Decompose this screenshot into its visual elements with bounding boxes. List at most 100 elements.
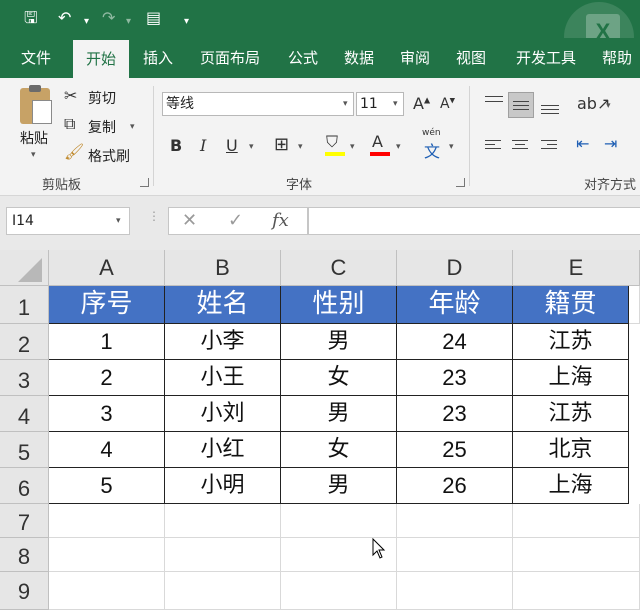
name-box-dropdown-icon[interactable]: ▾ (116, 216, 121, 226)
grow-font-icon[interactable]: A▲ (413, 94, 430, 113)
row-header-4[interactable]: 4 (0, 396, 49, 432)
empty-cell[interactable] (49, 504, 165, 538)
table-cell[interactable]: 上海 (513, 468, 629, 504)
decrease-indent-icon[interactable]: ⇤ (576, 134, 589, 153)
table-cell[interactable]: 女 (281, 360, 397, 396)
empty-cell[interactable] (281, 572, 397, 610)
table-cell[interactable]: 26 (397, 468, 513, 504)
table-header-cell[interactable]: 年龄 (397, 286, 513, 324)
empty-cell[interactable] (165, 538, 281, 572)
enter-icon[interactable]: ✓ (228, 210, 243, 231)
font-color-icon[interactable]: A (372, 132, 383, 151)
tab-home[interactable]: 开始 (73, 40, 129, 78)
copy-icon[interactable]: ⧉ (64, 114, 75, 134)
font-size-dropdown-icon[interactable]: ▾ (393, 99, 398, 109)
format-painter-icon[interactable]: 🖌 (64, 142, 84, 161)
paste-icon[interactable] (20, 85, 52, 124)
save-icon[interactable]: 🖫 (24, 8, 38, 28)
row-header-7[interactable]: 7 (0, 504, 49, 538)
column-header-a[interactable]: A (49, 250, 165, 286)
phonetic-icon[interactable]: 文 (424, 138, 440, 162)
tab-view[interactable]: 视图 (448, 38, 494, 78)
row-header-5[interactable]: 5 (0, 432, 49, 468)
table-header-cell[interactable]: 序号 (49, 286, 165, 324)
clipboard-launcher-icon[interactable] (140, 178, 149, 187)
cut-button[interactable]: 剪切 (88, 88, 116, 108)
row-header-1[interactable]: 1 (0, 286, 49, 324)
formula-bar-handle-icon[interactable]: ⋮ (148, 210, 160, 222)
table-cell[interactable]: 江苏 (513, 396, 629, 432)
align-bottom-icon[interactable] (537, 92, 563, 118)
copy-dropdown-icon[interactable]: ▾ (130, 122, 135, 132)
table-cell[interactable]: 小红 (165, 432, 281, 468)
tab-page-layout[interactable]: 页面布局 (192, 38, 268, 78)
table-cell[interactable]: 小明 (165, 468, 281, 504)
row-header-2[interactable]: 2 (0, 324, 49, 360)
table-cell[interactable]: 江苏 (513, 324, 629, 360)
table-cell[interactable]: 小王 (165, 360, 281, 396)
formula-input[interactable] (308, 207, 640, 235)
name-box[interactable]: I14 (6, 207, 130, 235)
paste-dropdown-icon[interactable]: ▾ (31, 150, 36, 160)
empty-cell[interactable] (49, 538, 165, 572)
table-cell[interactable]: 23 (397, 396, 513, 432)
table-cell[interactable]: 24 (397, 324, 513, 360)
table-cell[interactable]: 女 (281, 432, 397, 468)
column-header-b[interactable]: B (165, 250, 281, 286)
paste-button[interactable]: 粘贴 (20, 128, 48, 148)
table-cell[interactable]: 4 (49, 432, 165, 468)
column-header-c[interactable]: C (281, 250, 397, 286)
table-cell[interactable]: 男 (281, 468, 397, 504)
form-icon[interactable]: ▤ (146, 8, 161, 28)
table-cell[interactable]: 上海 (513, 360, 629, 396)
table-cell[interactable]: 小李 (165, 324, 281, 360)
tab-review[interactable]: 审阅 (392, 38, 438, 78)
tab-insert[interactable]: 插入 (135, 38, 181, 78)
cancel-icon[interactable]: ✕ (182, 210, 197, 231)
redo-icon[interactable]: ↷ (102, 8, 115, 28)
table-header-cell[interactable]: 籍贯 (513, 286, 629, 324)
empty-cell[interactable] (513, 572, 640, 610)
empty-cell[interactable] (165, 504, 281, 538)
table-cell[interactable]: 5 (49, 468, 165, 504)
increase-indent-icon[interactable]: ⇥ (604, 134, 617, 153)
table-cell[interactable]: 北京 (513, 432, 629, 468)
copy-button[interactable]: 复制 (88, 117, 116, 137)
tab-developer[interactable]: 开发工具 (508, 38, 584, 78)
empty-cell[interactable] (397, 572, 513, 610)
tab-data[interactable]: 数据 (336, 38, 382, 78)
font-name-dropdown-icon[interactable]: ▾ (343, 99, 348, 109)
empty-cell[interactable] (513, 504, 640, 538)
undo-icon[interactable]: ↶ (58, 8, 71, 28)
underline-button[interactable]: U (226, 136, 238, 155)
empty-cell[interactable] (397, 538, 513, 572)
column-header-e[interactable]: E (513, 250, 640, 286)
row-header-6[interactable]: 6 (0, 468, 49, 504)
align-middle-icon[interactable] (508, 92, 534, 118)
table-cell[interactable]: 小刘 (165, 396, 281, 432)
tab-help[interactable]: 帮助 (594, 38, 640, 78)
align-center-icon[interactable] (508, 134, 534, 160)
insert-function-icon[interactable]: fx (272, 210, 289, 231)
empty-cell[interactable] (281, 504, 397, 538)
undo-dropdown-icon[interactable]: ▾ (84, 12, 89, 32)
tab-file[interactable]: 文件 (12, 38, 60, 78)
row-header-3[interactable]: 3 (0, 360, 49, 396)
table-cell[interactable]: 男 (281, 324, 397, 360)
empty-cell[interactable] (629, 286, 640, 324)
borders-icon[interactable]: ⊞ (274, 134, 289, 155)
table-header-cell[interactable]: 姓名 (165, 286, 281, 324)
table-cell[interactable]: 2 (49, 360, 165, 396)
customize-icon[interactable]: ▾ (184, 12, 189, 32)
orientation-dropdown-icon[interactable]: ▾ (606, 101, 611, 111)
align-left-icon[interactable] (481, 134, 507, 160)
italic-button[interactable]: I (200, 136, 206, 155)
scissors-icon[interactable]: ✂ (64, 86, 77, 105)
bold-button[interactable]: B (170, 136, 182, 155)
borders-dropdown-icon[interactable]: ▾ (298, 142, 303, 152)
font-name-select[interactable]: 等线 (162, 92, 354, 116)
align-right-icon[interactable] (537, 134, 563, 160)
empty-cell[interactable] (165, 572, 281, 610)
table-cell[interactable]: 3 (49, 396, 165, 432)
table-cell[interactable]: 25 (397, 432, 513, 468)
